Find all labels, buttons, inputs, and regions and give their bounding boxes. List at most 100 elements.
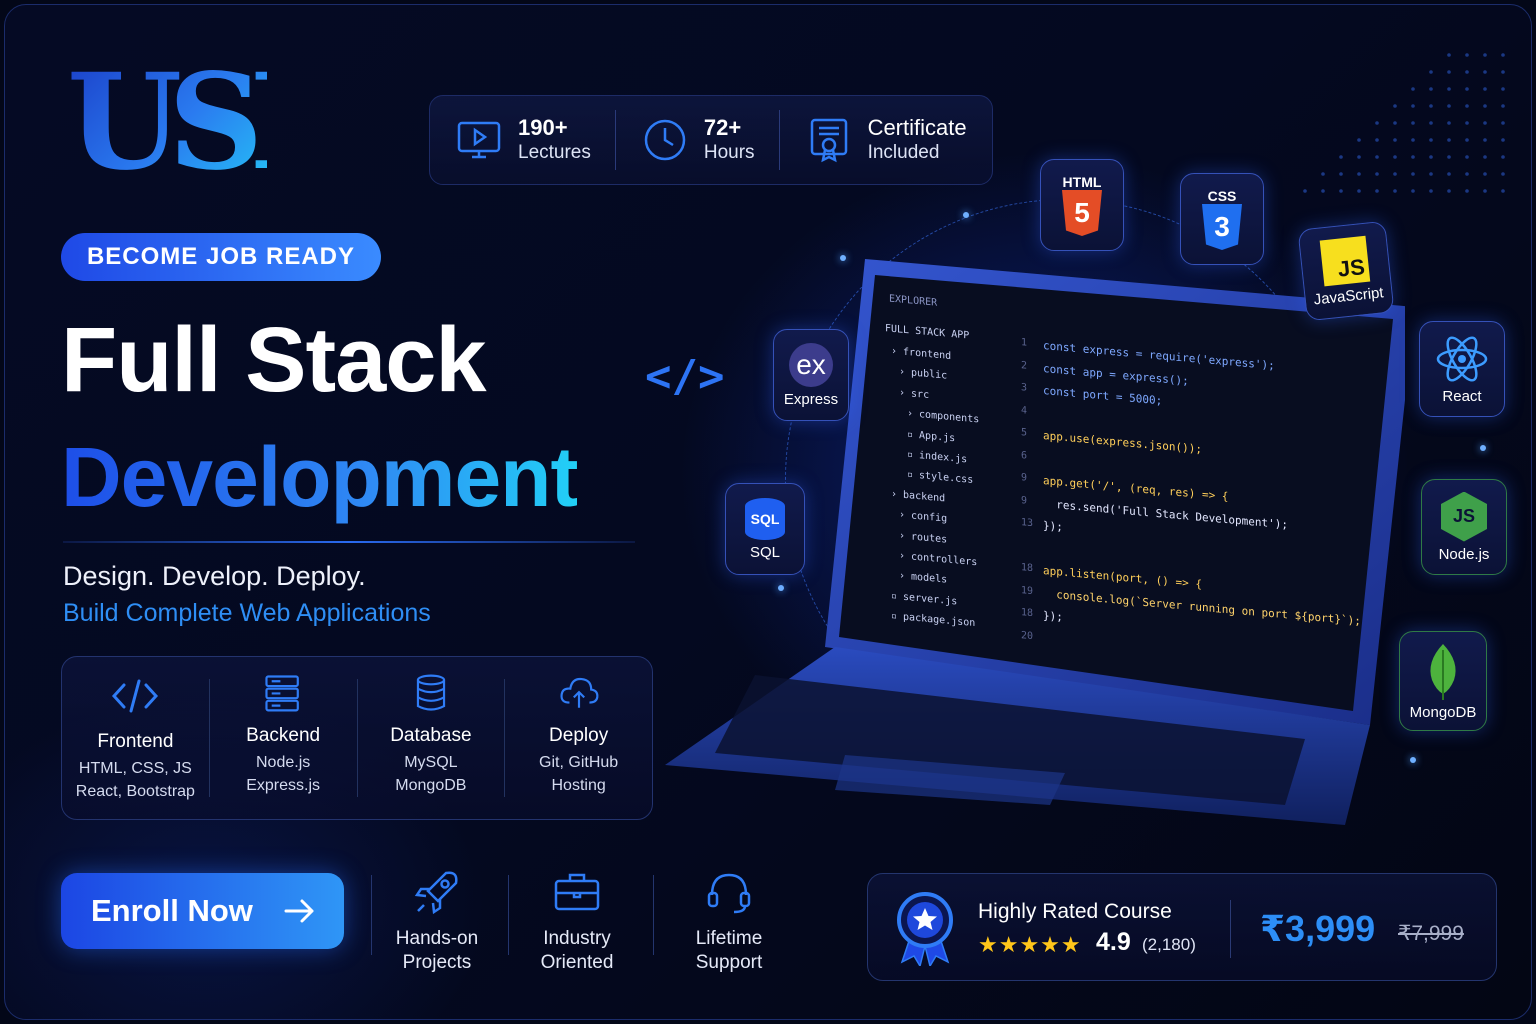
rating-score: 4.9 [1096,928,1131,956]
css-tile: CSS 3 [1180,173,1264,265]
line-number: 6 [1021,449,1028,462]
code-lines: const express = require('express'); const… [1043,339,1383,684]
original-price: ₹7,999 [1398,922,1464,945]
subtagline: Build Complete Web Applications [63,599,431,627]
stack-database: Database MySQL MongoDB [356,674,505,797]
title-line-2: Development [61,425,578,529]
course-price: ₹3,999 [1260,908,1376,949]
enroll-now-button[interactable]: Enroll Now [61,873,344,949]
line-number: 1 [1021,337,1028,349]
nodejs-label: Node.js [1438,545,1490,563]
briefcase-icon [554,873,600,911]
stack-title: Deploy [549,725,609,746]
mongodb-leaf-icon [1430,643,1456,700]
stat-value: 190+ [518,115,568,140]
javascript-icon: JS [1319,235,1371,286]
line-number: 5 [1021,427,1028,439]
laptop-illustration: EXPLORER FULL STACK APP › frontend › publ… [645,159,1507,835]
feature-label: Industry [543,928,611,949]
rating-label: Highly Rated Course [978,900,1172,923]
explorer-title: EXPLORER [889,293,938,309]
enroll-label: Enroll Now [91,893,253,928]
react-icon [1436,335,1488,382]
stack-detail: MySQL [404,754,458,771]
stack-detail: MongoDB [395,777,467,794]
stat-value: Certificate [867,115,967,140]
certificate-icon [810,118,847,163]
stat-label: Lectures [518,142,591,163]
line-number: 18 [1021,607,1034,620]
stack-deploy: Deploy Git, GitHub Hosting [504,677,652,797]
css3-icon: 3 [1202,204,1242,250]
stat-certificate: Certificate Included [778,110,991,170]
line-number [1021,540,1043,564]
mongodb-label: MongoDB [1409,703,1477,721]
brand-logo: USH [67,45,374,200]
line-number: 4 [1021,404,1028,417]
stack-title: Frontend [97,731,174,752]
stat-label: Hours [703,142,755,163]
award-badge-icon [897,892,953,966]
project-name: FULL STACK APP [885,323,970,342]
html5-icon: 5 [1062,190,1102,236]
feature-support: Lifetime Support [654,867,804,975]
logo-text: USH [67,45,374,200]
feature-label: Hands-on [395,928,479,949]
line-number: 9 [1021,494,1028,507]
tagline: Design. Develop. Deploy. [63,561,366,591]
stat-value: 72+ [703,115,742,140]
sql-database-icon: SQL [745,497,785,540]
database-icon [416,674,446,711]
file-tree: › frontend › public › src › components ▫ App… [891,346,1001,641]
css-badge: CSS [1207,188,1237,204]
stack-detail: Hosting [551,777,606,794]
line-number: 2 [1021,359,1028,372]
stat-label: Included [867,142,940,163]
rating-price-card: Highly Rated Course ★★★★★ 4.9 (2,180) ₹3… [867,873,1497,981]
orbit-dot [1480,445,1486,451]
tech-stack-card: Frontend HTML, CSS, JS React, Bootstrap … [61,656,653,820]
express-tile: ex Express [773,329,849,421]
cloud-upload-icon [560,677,599,708]
stack-detail: Node.js [256,754,311,771]
stack-detail: Express.js [246,777,321,794]
line-number: 19 [1021,584,1034,597]
mongodb-tile: MongoDB [1399,631,1487,731]
html-tile: HTML 5 [1040,159,1124,251]
banner-frame: USH 190+ Lectures 72+ Hours Certificate … [4,4,1532,1020]
star-rating-icon: ★★★★★ [978,932,1082,957]
stack-frontend: Frontend HTML, CSS, JS React, Bootstrap [62,657,209,819]
stack-detail: React, Bootstrap [75,783,195,800]
title-divider [63,541,635,543]
dot-grid-decoration [1303,53,1505,193]
line-number: 3 [1021,382,1028,394]
feature-label: Oriented [540,952,614,973]
rating-divider [1230,900,1231,958]
title-line-1: Full Stack [61,309,487,411]
stack-detail: Git, GitHub [539,754,619,771]
line-number: 9 [1021,472,1028,484]
course-stats-bar: 190+ Lectures 72+ Hours Certificate Incl… [429,95,993,185]
code-icon [112,679,159,713]
react-tile: React [1419,321,1505,417]
stack-detail: HTML, CSS, JS [78,760,192,777]
code-editor: EXPLORER FULL STACK APP › frontend › publ… [883,285,1383,699]
feature-industry: Industry Oriented [502,867,652,975]
stat-hours: 72+ Hours [614,110,779,170]
orbit-dot [963,212,969,218]
line-numbers: 1 2 3 4 5 6 9 9 13 18 19 18 20 [1021,337,1043,654]
server-icon [265,675,299,712]
nodejs-icon: JS [1441,491,1487,542]
javascript-label: JavaScript [1312,283,1385,308]
arrow-right-icon [284,899,314,923]
feature-label: Support [695,952,763,973]
stack-title: Database [390,725,472,746]
express-label: Express [783,390,839,408]
sql-label: SQL [749,543,780,561]
line-number: 20 [1021,629,1034,642]
feature-label: Projects [402,952,472,973]
feature-hands-on: Hands-on Projects [362,867,512,975]
line-number: 18 [1021,562,1034,575]
html-badge: HTML [1062,174,1102,190]
headset-icon [707,873,751,914]
